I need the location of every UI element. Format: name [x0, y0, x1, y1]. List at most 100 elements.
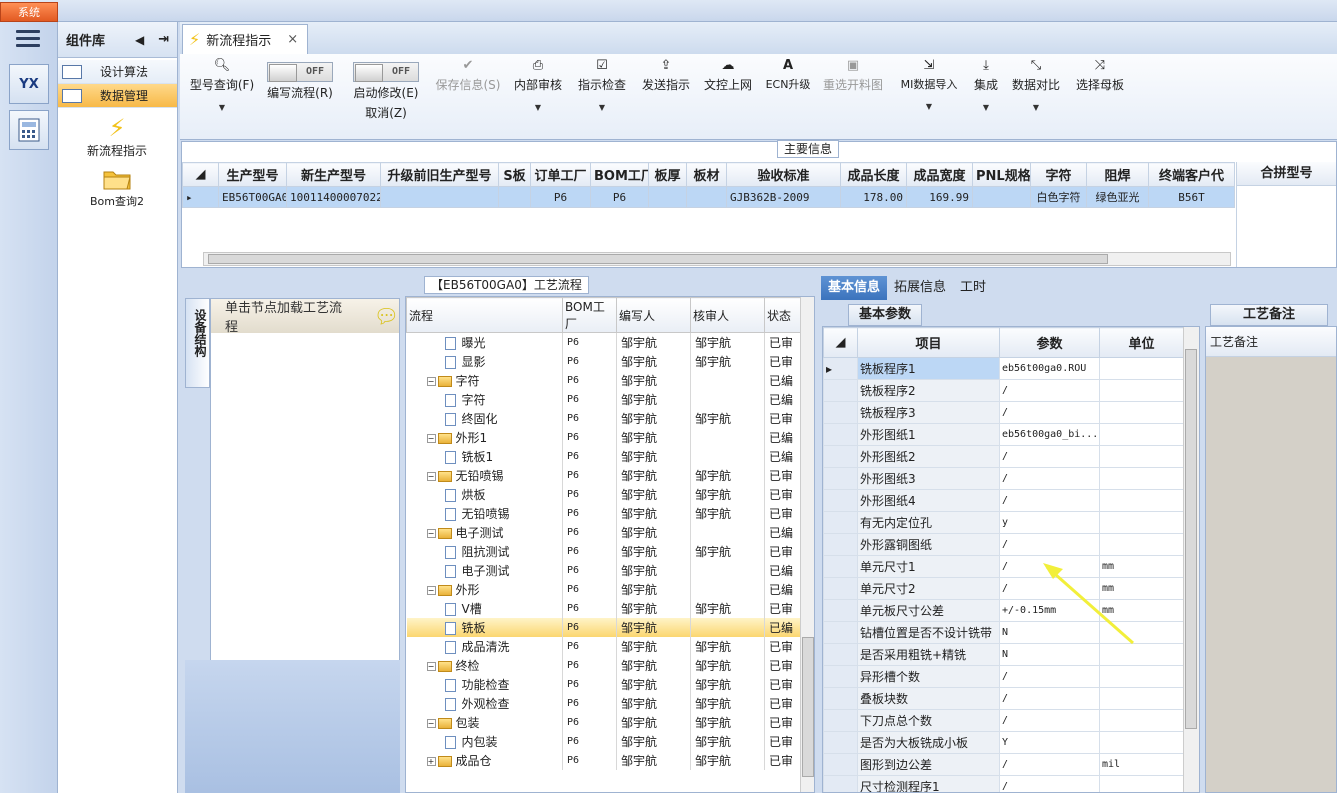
doc-upload-button[interactable]: ☁ 文控上网: [702, 54, 754, 140]
table-row[interactable]: 是否为大板铣成小板 Y: [823, 731, 1184, 754]
column-header[interactable]: 新生产型号: [286, 162, 381, 187]
table-row[interactable]: ▸ 铣板程序1 eb56t00ga0.ROU: [823, 357, 1184, 380]
mi-import-button[interactable]: ⇲ MI数据导入 ▼: [894, 54, 964, 140]
internal-review-button[interactable]: ⎙ 内部审核 ▼: [512, 54, 564, 140]
tree-node-cell[interactable]: 成品清洗: [406, 636, 563, 656]
column-header[interactable]: 板厚: [648, 162, 687, 187]
tree-node-cell[interactable]: 铣板: [406, 617, 563, 637]
tree-node[interactable]: 外观检查 P6 邹宇航 邹宇航 已审: [406, 693, 801, 713]
column-header[interactable]: 流程: [406, 297, 563, 333]
calculator-icon[interactable]: [9, 110, 49, 150]
table-row[interactable]: 铣板程序3/: [823, 401, 1184, 424]
table-cell[interactable]: 169.99: [906, 186, 973, 208]
param-value[interactable]: /: [999, 467, 1100, 490]
table-row[interactable]: 有无内定位孔 y: [823, 511, 1184, 534]
row-indicator-icon[interactable]: [823, 577, 858, 600]
column-header[interactable]: BOM工厂: [562, 297, 617, 333]
new-process-button[interactable]: ⚡ 新流程指示: [58, 114, 176, 159]
table-row[interactable]: 叠板块数 /: [823, 687, 1184, 710]
tree-node[interactable]: 无铅喷锡 P6 邹宇航 邹宇航 已审: [406, 503, 801, 523]
param-value[interactable]: eb56t00ga0.ROU: [999, 357, 1100, 380]
collapse-icon[interactable]: −: [426, 661, 436, 671]
row-selector-header[interactable]: ◢: [182, 162, 219, 187]
table-cell[interactable]: P6: [530, 186, 591, 208]
tree-node-cell[interactable]: V槽: [406, 598, 563, 618]
tree-node[interactable]: 功能检查 P6 邹宇航 邹宇航 已审: [406, 674, 801, 694]
table-cell[interactable]: 178.00: [840, 186, 907, 208]
tree-node-cell[interactable]: − 电子测试: [406, 522, 563, 542]
table-cell[interactable]: 白色字符: [1030, 186, 1087, 208]
table-cell[interactable]: [686, 186, 727, 208]
param-value[interactable]: /: [999, 665, 1100, 688]
table-row[interactable]: 下刀点总个数 /: [823, 709, 1184, 732]
tree-node[interactable]: − 无铅喷锡 P6 邹宇航 邹宇航 已审: [406, 465, 801, 485]
pin-icon[interactable]: ⇥: [158, 32, 169, 47]
param-value[interactable]: /: [999, 401, 1100, 424]
collapse-icon[interactable]: −: [426, 376, 436, 386]
hamburger-menu-icon[interactable]: [16, 30, 40, 48]
column-header[interactable]: 参数: [999, 327, 1100, 358]
table-row[interactable]: 铣板程序2/: [823, 379, 1184, 402]
param-value[interactable]: /: [999, 379, 1100, 402]
model-query-button[interactable]: 🔍︎ 型号查询(F) ▼: [184, 54, 260, 140]
process-vertical-scrollbar[interactable]: [800, 297, 814, 792]
tree-node[interactable]: 字符 P6 邹宇航 已编: [406, 389, 801, 409]
instruction-check-button[interactable]: ☑ 指示检查 ▼: [576, 54, 628, 140]
edit-flow-toggle[interactable]: OFF: [267, 62, 333, 82]
tree-node[interactable]: − 外形 P6 邹宇航 已编: [406, 579, 801, 599]
tree-node[interactable]: − 终检 P6 邹宇航 邹宇航 已审: [406, 655, 801, 675]
column-header[interactable]: BOM工厂: [590, 162, 649, 187]
tree-node-cell[interactable]: 功能检查: [406, 674, 563, 694]
row-indicator-icon[interactable]: [823, 379, 858, 402]
row-indicator-icon[interactable]: [823, 467, 858, 490]
row-indicator-icon[interactable]: [823, 401, 858, 424]
tab-new-process[interactable]: ⚡ 新流程指示 ×: [182, 24, 308, 54]
tree-node[interactable]: + 成品仓 P6 邹宇航 邹宇航 已审: [406, 750, 801, 770]
tree-node[interactable]: 成品清洗 P6 邹宇航 邹宇航 已审: [406, 636, 801, 656]
equipment-structure-tab[interactable]: 设备结构: [185, 298, 210, 388]
tree-node[interactable]: 曝光 P6 邹宇航 邹宇航 已审: [406, 332, 801, 352]
table-cell[interactable]: B56T: [1148, 186, 1235, 208]
start-modify-toggle[interactable]: OFF: [353, 62, 419, 82]
tree-node[interactable]: − 包装 P6 邹宇航 邹宇航 已审: [406, 712, 801, 732]
row-indicator-icon[interactable]: [823, 665, 858, 688]
column-header[interactable]: 状态: [764, 297, 801, 333]
edit-flow-control[interactable]: OFF 编写流程(R): [262, 54, 338, 140]
tree-node-cell[interactable]: − 字符: [406, 370, 563, 390]
tree-node[interactable]: 电子测试 P6 邹宇航 已编: [406, 560, 801, 580]
row-indicator-icon[interactable]: [823, 687, 858, 710]
tree-node[interactable]: 铣板1 P6 邹宇航 已编: [406, 446, 801, 466]
tab-process-notes[interactable]: 工艺备注: [1210, 304, 1328, 326]
system-tab[interactable]: 系统: [0, 2, 58, 22]
collapse-icon[interactable]: −: [426, 585, 436, 595]
row-indicator-icon[interactable]: [823, 775, 858, 792]
select-mother-board-button[interactable]: ⤨ 选择母板: [1072, 54, 1128, 140]
tree-node[interactable]: V槽 P6 邹宇航 邹宇航 已审: [406, 598, 801, 618]
column-header[interactable]: 板材: [686, 162, 727, 187]
table-cell[interactable]: [648, 186, 687, 208]
param-value[interactable]: y: [999, 511, 1100, 534]
column-header[interactable]: 项目: [857, 327, 1000, 358]
tree-node-cell[interactable]: 显影: [406, 351, 563, 371]
tree-node[interactable]: − 电子测试 P6 邹宇航 已编: [406, 522, 801, 542]
main-info-horizontal-scrollbar[interactable]: [203, 252, 1231, 266]
column-header[interactable]: S板: [498, 162, 531, 187]
column-header[interactable]: 终端客户代: [1148, 162, 1235, 187]
column-header[interactable]: 成品长度: [840, 162, 907, 187]
column-header[interactable]: 阻焊: [1086, 162, 1149, 187]
tree-node[interactable]: 显影 P6 邹宇航 邹宇航 已审: [406, 351, 801, 371]
tree-node-cell[interactable]: 烘板: [406, 484, 563, 504]
table-row[interactable]: 外形图纸3/: [823, 467, 1184, 490]
table-cell[interactable]: [972, 186, 1031, 208]
sidebar-item-design-algorithm[interactable]: 设计算法: [58, 60, 177, 84]
row-indicator-icon[interactable]: [823, 753, 858, 776]
tree-node-cell[interactable]: 电子测试: [406, 560, 563, 580]
tree-node-cell[interactable]: 铣板1: [406, 446, 563, 466]
integrate-button[interactable]: ⤓ 集成 ▼: [970, 54, 1002, 140]
tree-node[interactable]: 终固化 P6 邹宇航 邹宇航 已审: [406, 408, 801, 428]
table-row[interactable]: 外形露铜图纸 /: [823, 533, 1184, 556]
row-indicator-icon[interactable]: [823, 489, 858, 512]
collapse-icon[interactable]: −: [426, 718, 436, 728]
table-cell[interactable]: 绿色亚光: [1086, 186, 1149, 208]
scrollbar-thumb[interactable]: [1185, 349, 1197, 729]
